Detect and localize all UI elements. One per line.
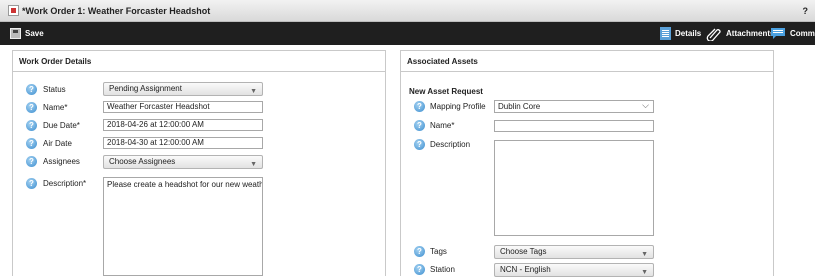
- help-icon[interactable]: ?: [26, 178, 37, 189]
- help-icon[interactable]: ?: [414, 139, 425, 150]
- description-label: Description*: [43, 179, 87, 188]
- chevron-down-icon: ▼: [250, 161, 257, 168]
- due-date-label: Due Date*: [43, 121, 80, 130]
- save-icon: [10, 28, 21, 39]
- asset-description-label: Description: [430, 140, 471, 149]
- station-label: Station: [430, 265, 455, 274]
- save-button[interactable]: Save: [10, 22, 44, 45]
- help-icon[interactable]: ?: [26, 120, 37, 131]
- station-select-value: NCN - English: [500, 265, 551, 274]
- status-label: Status: [43, 85, 66, 94]
- window-title: *Work Order 1: Weather Forcaster Headsho…: [22, 6, 211, 16]
- assignees-label: Assignees: [43, 157, 80, 166]
- assignees-select[interactable]: Choose Assignees ▼: [103, 155, 263, 169]
- save-label: Save: [25, 29, 44, 38]
- asset-name-input[interactable]: [494, 120, 654, 132]
- comments-tab[interactable]: Comme: [770, 22, 815, 45]
- app-window-icon: [8, 5, 19, 16]
- description-textarea[interactable]: Please create a headshot for our new wea…: [103, 177, 263, 276]
- help-icon[interactable]: ?: [26, 138, 37, 149]
- chevron-down-icon: ▼: [250, 88, 257, 95]
- name-input[interactable]: Weather Forcaster Headshot: [103, 101, 263, 113]
- attachments-tab[interactable]: Attachments: [706, 22, 774, 45]
- chevron-down-icon: ⌵: [642, 100, 649, 110]
- mapping-profile-select[interactable]: Dublin Core ⌵: [494, 100, 654, 113]
- help-icon[interactable]: ?: [414, 101, 425, 112]
- help-icon[interactable]: ?: [26, 84, 37, 95]
- chat-bubble-icon: [771, 28, 785, 39]
- document-icon: [660, 27, 671, 40]
- station-select[interactable]: NCN - English ▼: [494, 263, 654, 277]
- chevron-down-icon: ▼: [641, 251, 648, 258]
- details-tab[interactable]: Details: [660, 22, 701, 45]
- chevron-down-icon: ▼: [641, 269, 648, 276]
- air-date-input[interactable]: 2018-04-30 at 12:00:00 AM: [103, 137, 263, 149]
- help-icon[interactable]: ?: [414, 120, 425, 131]
- status-select-value: Pending Assignment: [109, 84, 182, 93]
- tags-select-value: Choose Tags: [500, 247, 547, 256]
- new-asset-request-heading: New Asset Request: [409, 87, 483, 96]
- tags-select[interactable]: Choose Tags ▼: [494, 245, 654, 259]
- toolbar: Save Details Attachments Comme: [0, 22, 815, 45]
- window-title-bar: *Work Order 1: Weather Forcaster Headsho…: [0, 0, 815, 22]
- mapping-profile-label: Mapping Profile: [430, 102, 486, 111]
- paperclip-icon: [706, 28, 721, 41]
- mapping-profile-value: Dublin Core: [498, 102, 541, 111]
- help-icon[interactable]: ?: [414, 246, 425, 257]
- assignees-select-value: Choose Assignees: [109, 157, 176, 166]
- asset-description-textarea[interactable]: [494, 140, 654, 236]
- asset-name-label: Name*: [430, 121, 455, 130]
- attachments-label: Attachments: [726, 29, 775, 38]
- help-icon[interactable]: ?: [26, 156, 37, 167]
- work-order-details-heading: Work Order Details: [13, 51, 385, 72]
- associated-assets-heading: Associated Assets: [401, 51, 773, 72]
- tags-label: Tags: [430, 247, 447, 256]
- status-select[interactable]: Pending Assignment ▼: [103, 82, 263, 96]
- air-date-label: Air Date: [43, 139, 72, 148]
- comments-label: Comme: [790, 29, 815, 38]
- help-icon[interactable]: ?: [414, 264, 425, 275]
- name-label: Name*: [43, 103, 68, 112]
- help-icon[interactable]: ?: [26, 102, 37, 113]
- due-date-input[interactable]: 2018-04-26 at 12:00:00 AM: [103, 119, 263, 131]
- details-label: Details: [675, 29, 702, 38]
- window-help-button[interactable]: ?: [803, 6, 809, 16]
